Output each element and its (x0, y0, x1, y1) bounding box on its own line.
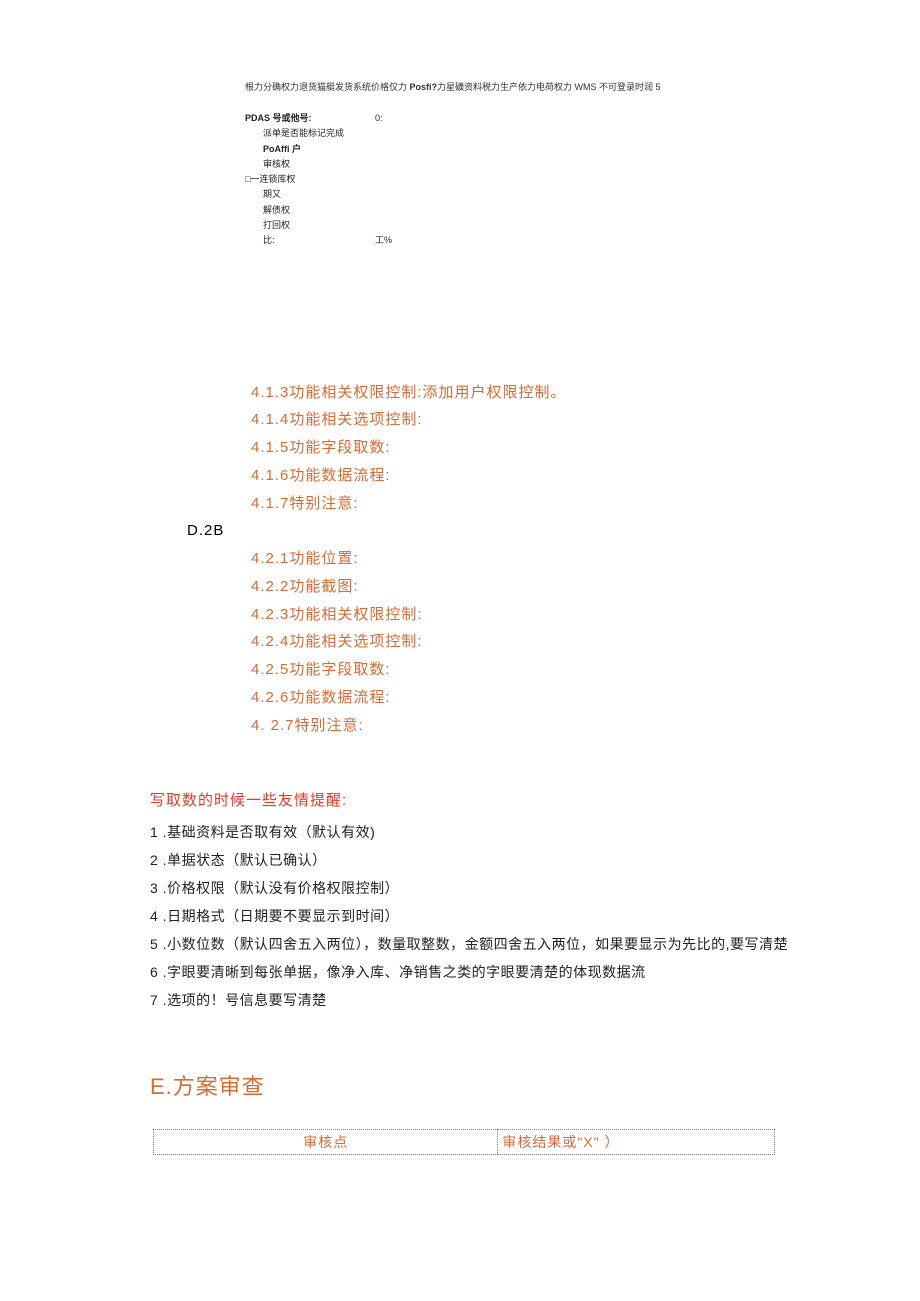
main-sections: 4.1.3功能相关权限控制:添加用户权限控制。 4.1.4功能相关选项控制: 4… (215, 379, 920, 740)
param-label-pdas: PDAS 号或他号: (245, 111, 375, 126)
section-42-list: 4.2.1功能位置: 4.2.2功能截图: 4.2.3功能相关权限控制: 4.2… (251, 545, 920, 739)
reminder-7: 7 .选项的！号信息要写清楚 (150, 986, 790, 1014)
reminder-3: 3 .价格权限（默认没有价格权限控制） (150, 874, 790, 902)
review-table-header-row: 审核点 审核结果或"X" ） (154, 1130, 775, 1155)
reminder-6: 6 .字眼要清晰到每张单据，像净入库、净销售之类的字眼要清楚的体现数据流 (150, 958, 790, 986)
item-416: 4.1.6功能数据流程: (251, 462, 920, 490)
item-422: 4.2.2功能截图: (251, 573, 920, 601)
param-row-1: 派单是否能标记完成 (245, 126, 920, 141)
item-427: 4. 2.7特别注意: (251, 712, 920, 740)
item-421: 4.2.1功能位置: (251, 545, 920, 573)
item-424: 4.2.4功能相关选项控制: (251, 628, 920, 656)
param-val-8: 工% (375, 233, 392, 248)
reminder-2: 2 .单据状态（默认已确认） (150, 846, 790, 874)
param-row-2: PoAffi 户 (245, 142, 920, 157)
param-label-4: □一连锁库权 (245, 172, 375, 187)
param-label-1: 派单是否能标记完成 (245, 126, 375, 141)
heading-d2b: D.2B (187, 517, 920, 545)
param-row-0: PDAS 号或他号: 0: (245, 111, 920, 126)
top-header-suffix: 力星礦资料税力生产依力电荷权力 WMS 不可登录时润 5 (437, 82, 661, 92)
section-41-list: 4.1.3功能相关权限控制:添加用户权限控制。 4.1.4功能相关选项控制: 4… (251, 379, 920, 518)
param-label-8: 比: (245, 233, 375, 248)
reminder-block: 写取数的时候一些友情提醒: 1 .基础资料是否取有效（默认有效) 2 .单据状态… (150, 789, 790, 1014)
param-row-7: 打回权 (245, 218, 920, 233)
param-label-3: 审核权 (245, 157, 375, 172)
review-col-1: 审核点 (154, 1130, 498, 1155)
param-row-8: 比: 工% (245, 233, 920, 248)
top-meta-block: 根力分确权力退货猫艇发货系统价格仅力 Posfi?力星礦资料税力生产依力电荷权力… (245, 80, 920, 249)
param-label-2: PoAffi 户 (245, 142, 375, 157)
item-414: 4.1.4功能相关选项控制: (251, 406, 920, 434)
review-table: 审核点 审核结果或"X" ） (153, 1129, 775, 1155)
reminder-1: 1 .基础资料是否取有效（默认有效) (150, 818, 790, 846)
top-header-line: 根力分确权力退货猫艇发货系统价格仅力 Posfi?力星礦资料税力生产依力电荷权力… (245, 80, 920, 93)
param-label-7: 打回权 (245, 218, 375, 233)
item-413: 4.1.3功能相关权限控制:添加用户权限控制。 (251, 379, 920, 407)
param-val-pdas: 0: (375, 111, 383, 126)
item-417: 4.1.7特别注意: (251, 490, 920, 518)
top-header-prefix: 根力分确权力退货猫艇发货系统价格仅力 (245, 82, 410, 92)
param-row-6: 解债权 (245, 203, 920, 218)
review-heading: E.方案审查 (150, 1069, 920, 1101)
top-header-mid: Posfi? (410, 82, 438, 92)
reminder-4: 4 .日期格式（日期要不要显示到时间） (150, 902, 790, 930)
reminder-title: 写取数的时候一些友情提醒: (150, 789, 790, 810)
param-label-2-b: PoAffi 户 (263, 144, 301, 154)
param-row-3: 审核权 (245, 157, 920, 172)
param-table: PDAS 号或他号: 0: 派单是否能标记完成 PoAffi 户 审核权 □一连… (245, 111, 920, 249)
param-label-6: 解债权 (245, 203, 375, 218)
item-423: 4.2.3功能相关权限控制: (251, 601, 920, 629)
item-426: 4.2.6功能数据流程: (251, 684, 920, 712)
param-row-5: 期又 (245, 187, 920, 202)
review-col-2: 审核结果或"X" ） (498, 1130, 775, 1155)
item-425: 4.2.5功能字段取数: (251, 656, 920, 684)
reminder-5: 5 .小数位数（默认四舍五入两位），数量取整数，金额四舍五入两位，如果要显示为先… (150, 930, 790, 958)
param-row-4: □一连锁库权 (245, 172, 920, 187)
param-label-5: 期又 (245, 187, 375, 202)
item-415: 4.1.5功能字段取数: (251, 434, 920, 462)
